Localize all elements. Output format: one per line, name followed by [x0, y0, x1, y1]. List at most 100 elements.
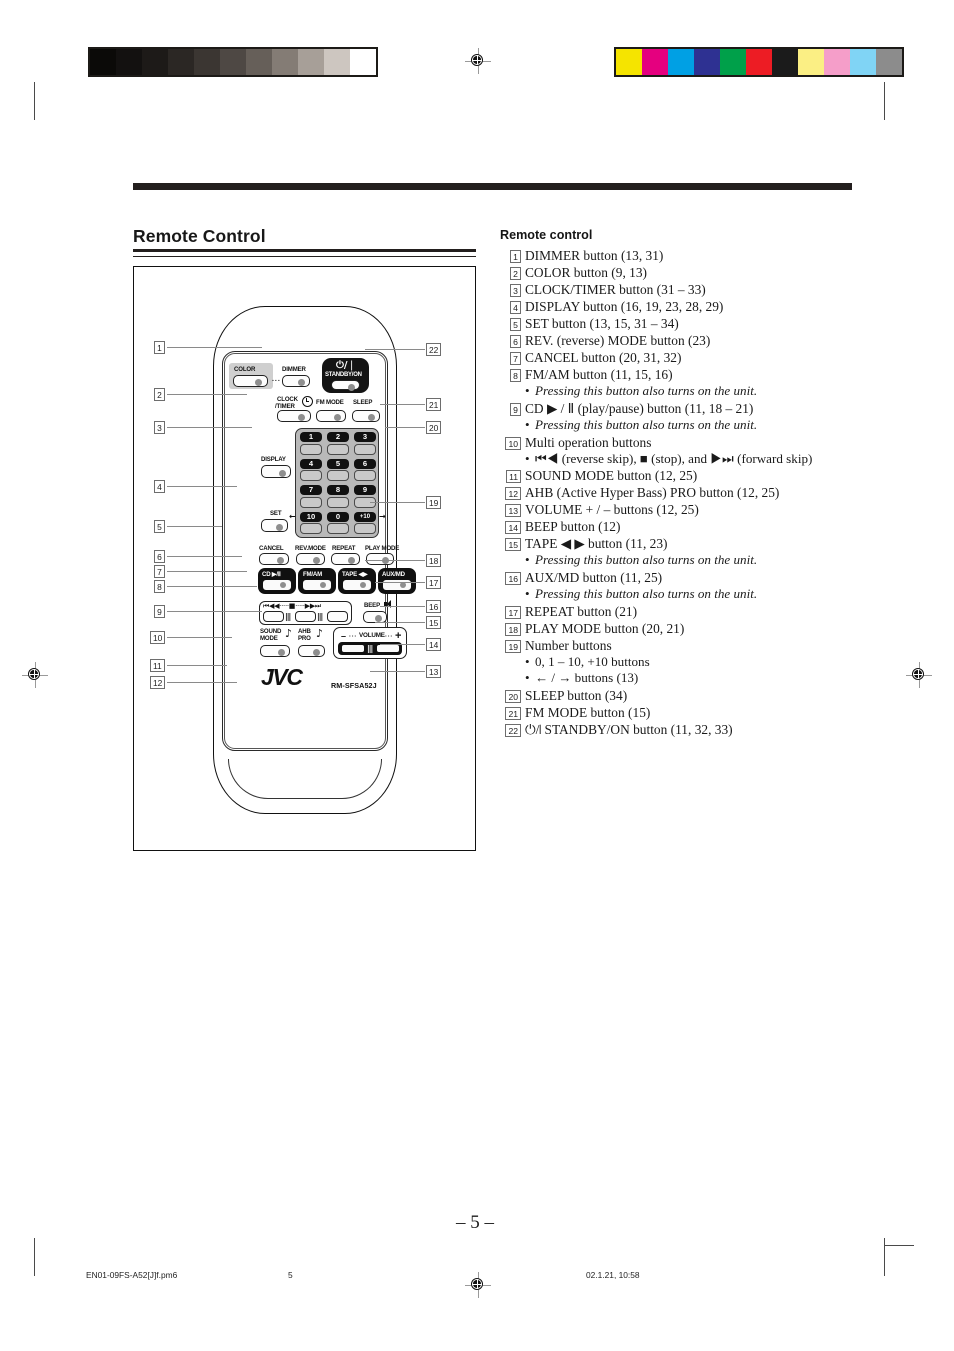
- list-item-number: 22: [500, 721, 521, 738]
- keypad-left-arrow: ←: [289, 512, 296, 521]
- leader-line: [167, 347, 262, 348]
- grayscale-calibration-bar: [88, 47, 378, 77]
- fm-mode-button[interactable]: [316, 410, 346, 422]
- list-item-text: TAPE ◀ ▶ button (11, 23): [525, 536, 668, 552]
- calibration-swatch: [720, 49, 746, 75]
- standby-on-button[interactable]: [331, 380, 360, 391]
- clock-timer-button[interactable]: [277, 410, 311, 422]
- keypad-key-label: 1: [300, 432, 322, 442]
- callout-number: 1: [154, 341, 165, 354]
- callout-number: 21: [426, 398, 442, 411]
- callout-right-16: 16: [426, 600, 442, 613]
- list-item-number: 9: [500, 400, 521, 416]
- callout-right-20: 20: [426, 421, 442, 434]
- volume-down-button[interactable]: [341, 644, 365, 653]
- grip-left-icon: |||: [285, 612, 291, 621]
- keypad-key-6[interactable]: [354, 470, 376, 481]
- list-item-note: • Pressing this button also turns on the…: [500, 417, 920, 434]
- ahb-pro-button[interactable]: [298, 645, 325, 657]
- callout-number: 2: [154, 388, 165, 401]
- sleep-button[interactable]: [352, 410, 380, 422]
- set-button[interactable]: [261, 519, 288, 532]
- leader-line: [167, 665, 227, 666]
- keypad-key-5[interactable]: [327, 470, 349, 481]
- callout-number: 12: [150, 676, 166, 689]
- leader-line: [385, 427, 425, 428]
- keypad-key-label: 10: [300, 511, 322, 522]
- callout-left-3: 3: [154, 421, 165, 434]
- callout-number: 10: [150, 631, 166, 644]
- callout-left-11: 11: [150, 659, 165, 672]
- clock-timer-label-line2: /TIMER: [275, 403, 295, 410]
- sound-mode-button-dimple: [277, 649, 285, 657]
- stop-button[interactable]: [295, 611, 316, 622]
- callout-left-8: 8: [154, 580, 165, 593]
- sleep-button-dimple: [367, 414, 375, 422]
- sound-mode-button[interactable]: [260, 645, 290, 657]
- title-underline-thick: [133, 249, 476, 253]
- forward-skip-button[interactable]: [327, 611, 348, 622]
- list-item: 11 SOUND MODE button (12, 25): [500, 467, 920, 484]
- list-item-number: 3: [500, 281, 521, 298]
- list-item: 7 CANCEL button (20, 31, 32): [500, 349, 920, 366]
- cancel-label: CANCEL: [259, 545, 284, 552]
- list-item-text: FM/AM button (11, 15, 16): [525, 367, 673, 383]
- play-mode-button[interactable]: [366, 553, 394, 565]
- keypad-key-0[interactable]: [327, 523, 349, 534]
- list-item-number: 13: [500, 501, 521, 518]
- display-button[interactable]: [261, 465, 291, 478]
- leader-line: [167, 682, 237, 683]
- jvc-logo: JVC: [261, 664, 303, 690]
- keypad-key-label: 0: [327, 511, 349, 522]
- calibration-swatch: [194, 49, 220, 75]
- keypad-key-label: 2: [327, 432, 349, 442]
- aux-md-button[interactable]: AUX/MD: [378, 568, 416, 594]
- callout-left-5: 5: [154, 520, 165, 533]
- note-text: ← / → buttons (13): [535, 670, 639, 686]
- trim-mark-top-right: [884, 82, 885, 120]
- repeat-button[interactable]: [331, 553, 360, 565]
- keypad-key-4[interactable]: [300, 470, 322, 481]
- list-item-text: REPEAT button (21): [525, 603, 638, 619]
- cancel-button[interactable]: [259, 553, 289, 565]
- set-button-dimple: [276, 523, 283, 531]
- list-item-number: 15: [500, 535, 521, 552]
- dimmer-button-dimple: [297, 379, 305, 387]
- list-item: 2 COLOR button (9, 13): [500, 264, 920, 281]
- list-item-text: AHB (Active Hyper Bass) PRO button (12, …: [525, 485, 780, 501]
- list-item-text: VOLUME + / – buttons (12, 25): [525, 502, 699, 518]
- keypad-key-7[interactable]: [300, 496, 322, 508]
- trim-mark-bottom-left: [34, 1238, 35, 1276]
- keypad-key-10[interactable]: [300, 523, 322, 534]
- keypad-key-1[interactable]: [300, 443, 322, 455]
- remote-control-item-list: 1 DIMMER button (13, 31) 2 COLOR button (9,…: [500, 247, 920, 738]
- callout-number: 15: [426, 616, 442, 629]
- rev-mode-button[interactable]: [296, 553, 325, 565]
- list-item-number: 4: [500, 298, 521, 315]
- callout-number: 20: [426, 421, 442, 434]
- list-item-number: 11: [500, 467, 521, 484]
- keypad-key-8[interactable]: [327, 496, 349, 508]
- callout-right-18: 18: [426, 554, 442, 567]
- list-item-text: DISPLAY button (16, 19, 23, 28, 29): [525, 299, 724, 315]
- keypad-key-+10[interactable]: [354, 523, 376, 534]
- ahb-pro-button-dimple: [313, 649, 320, 657]
- calibration-swatch: [246, 49, 272, 75]
- list-item: 8 FM/AM button (11, 15, 16): [500, 366, 920, 383]
- keypad-key-3[interactable]: [354, 443, 376, 455]
- callout-left-2: 2: [154, 388, 165, 401]
- ahb-label-line1: AHB: [298, 628, 311, 635]
- keypad-key-2[interactable]: [327, 443, 349, 455]
- fm-am-button-key: [302, 578, 332, 591]
- volume-up-button[interactable]: [376, 644, 400, 653]
- color-button[interactable]: [233, 375, 268, 387]
- manual-page: Remote Control COLOR ··· DIMMER ⏻/❘ STAN…: [0, 0, 954, 1351]
- tape-button[interactable]: TAPE ◀▶: [338, 568, 376, 594]
- leader-line: [167, 611, 262, 612]
- dimmer-button[interactable]: [282, 375, 310, 387]
- fm-am-button[interactable]: FM/AM: [298, 568, 336, 594]
- clock-icon: [302, 396, 313, 407]
- reverse-skip-button[interactable]: [263, 611, 284, 622]
- cd-play-pause-button[interactable]: CD ▶/Ⅱ: [258, 568, 296, 594]
- list-item-note: • ⏮◀ (reverse skip), ■ (stop), and ▶⏭ (f…: [500, 451, 920, 468]
